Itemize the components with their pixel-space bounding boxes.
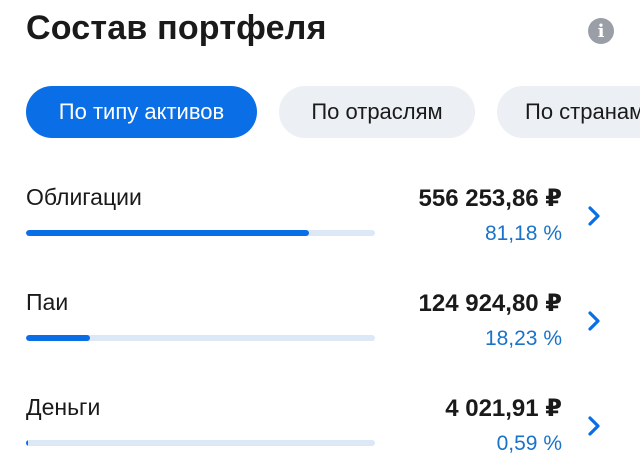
tab-by-asset-type[interactable]: По типу активов: [26, 86, 257, 138]
share-bar-fill: [26, 230, 310, 236]
asset-row-funds[interactable]: Паи 124 924,80 ₽ 18,23 %: [26, 283, 640, 363]
asset-percent: 18,23 %: [484, 327, 562, 350]
tab-by-country[interactable]: По странам: [497, 86, 640, 138]
chevron-right-icon[interactable]: [584, 414, 604, 438]
asset-percent: 0,59 %: [496, 432, 562, 455]
asset-label: Деньги: [26, 394, 101, 420]
asset-amount: 556 253,86 ₽: [418, 185, 562, 212]
chevron-right-icon[interactable]: [584, 204, 604, 228]
asset-label: Паи: [26, 289, 69, 315]
share-bar-fill: [26, 335, 90, 341]
asset-amount: 4 021,91 ₽: [445, 395, 562, 422]
tab-by-industry[interactable]: По отраслям: [279, 86, 475, 138]
asset-percent: 81,18 %: [484, 222, 562, 245]
asset-amount: 124 924,80 ₽: [418, 290, 562, 317]
tab-bar: По типу активов По отраслям По странам: [26, 86, 640, 138]
share-bar-fill: [26, 440, 29, 446]
header: Состав портфеля i: [26, 8, 640, 52]
share-bar-track: [26, 335, 375, 341]
asset-row-bonds[interactable]: Облигации 556 253,86 ₽ 81,18 %: [26, 178, 640, 258]
info-icon[interactable]: i: [588, 18, 614, 44]
page-title: Состав портфеля: [26, 9, 327, 47]
asset-label: Облигации: [26, 184, 142, 210]
asset-row-cash[interactable]: Деньги 4 021,91 ₽ 0,59 %: [26, 388, 640, 468]
share-bar-track: [26, 230, 375, 236]
share-bar-track: [26, 440, 375, 446]
chevron-right-icon[interactable]: [584, 309, 604, 333]
